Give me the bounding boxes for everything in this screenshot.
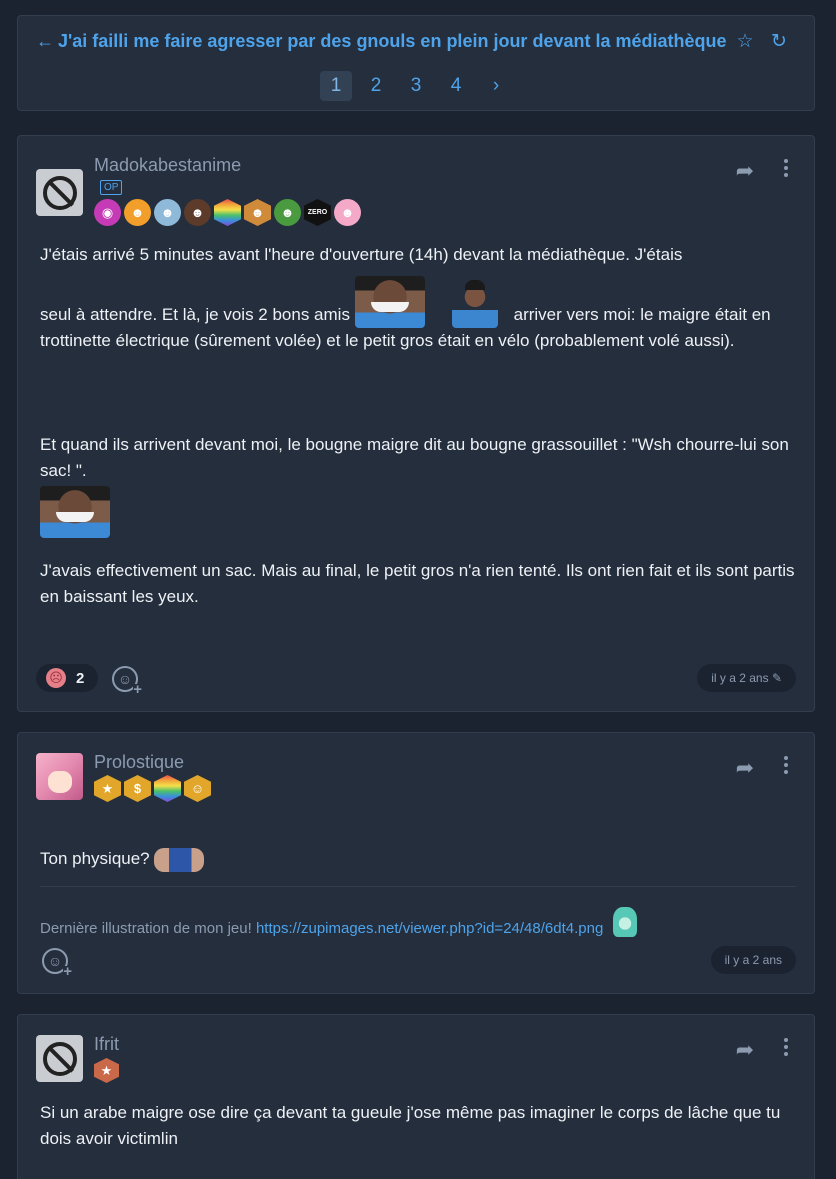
badge-icon[interactable]: ☻ — [124, 199, 151, 226]
topic-title[interactable]: J'ai failli me faire agresser par des gn… — [58, 31, 728, 52]
post-date[interactable]: il y a 2 ans ✎ — [697, 664, 796, 692]
post-sticker-line — [40, 486, 796, 538]
post: Prolostique ★ $ ☺ ➦ Ton physique? Derniè… — [17, 732, 815, 994]
share-icon[interactable]: ➦ — [736, 158, 754, 184]
post-body: J'étais arrivé 5 minutes avant l'heure d… — [40, 242, 796, 610]
refresh-icon[interactable]: ↻ — [762, 30, 796, 53]
post: Madokabestanime OP ◉ ☻ ☻ ☻ ☻ ☻ ZERO ☻ ➦ … — [17, 135, 815, 712]
badge-icon[interactable]: ☻ — [154, 199, 181, 226]
ban-icon — [42, 1041, 77, 1076]
smiley-badge-icon[interactable]: ☺ — [184, 775, 211, 802]
add-reaction-icon[interactable]: ☺ — [42, 948, 73, 978]
ban-icon — [42, 175, 77, 210]
post-paragraph: Et quand ils arrivent devant moi, le bou… — [40, 435, 789, 480]
post-date[interactable]: il y a 2 ans — [710, 946, 796, 974]
badge-icon[interactable]: ☻ — [274, 199, 301, 226]
dollar-badge-icon[interactable]: $ — [124, 775, 151, 802]
reaction-button[interactable]: ☹ 2 — [36, 664, 98, 692]
pagination: 1 2 3 4 › — [18, 71, 814, 101]
badge-icon[interactable]: ☻ — [334, 199, 361, 226]
post-paragraph: J'étais arrivé 5 minutes avant l'heure d… — [40, 245, 683, 264]
signature-link[interactable]: https://zupimages.net/viewer.php?id=24/4… — [256, 920, 603, 937]
avatar[interactable] — [36, 753, 83, 800]
post-text: seul à attendre. Et là, je vois 2 bons a… — [40, 305, 350, 324]
reaction-count: 2 — [76, 669, 85, 687]
zero-tout-badge-icon[interactable]: ZERO — [304, 199, 331, 226]
op-badge: OP — [100, 180, 123, 195]
user-badges: ★ — [94, 1058, 119, 1083]
post-footer: ☹ 2 ☺ il y a 2 ans ✎ — [36, 664, 796, 696]
rainbow-badge-icon[interactable] — [214, 199, 241, 226]
page-4-button[interactable]: 4 — [440, 71, 472, 101]
girl-sticker — [613, 907, 638, 937]
grin-sticker — [354, 276, 425, 328]
post-paragraph-line: seul à attendre. Et là, je vois 2 bons a… — [40, 276, 796, 354]
more-options-icon[interactable] — [780, 156, 792, 180]
anime-face-icon — [47, 770, 72, 793]
share-icon[interactable]: ➦ — [736, 755, 754, 781]
signature-text: Dernière illustration de mon jeu! — [40, 920, 252, 937]
badge-icon[interactable]: ☻ — [244, 199, 271, 226]
share-icon[interactable]: ➦ — [736, 1037, 754, 1063]
add-reaction-icon[interactable]: ☺ — [112, 666, 143, 696]
avatar[interactable] — [36, 169, 83, 216]
rainbow-badge-icon[interactable] — [154, 775, 181, 802]
hand-sticker — [154, 847, 205, 872]
post-body: Ton physique? — [40, 846, 796, 872]
arrow-left-icon[interactable]: ← — [36, 31, 58, 52]
reaction-emoji-icon: ☹ — [46, 668, 66, 688]
page-3-button[interactable]: 3 — [400, 71, 432, 101]
badge-icon[interactable]: ☻ — [184, 199, 211, 226]
topic-header: ← J'ai failli me faire agresser par des … — [17, 15, 815, 111]
post-footer: ☺ il y a 2 ans — [36, 946, 796, 978]
next-page-button[interactable]: › — [480, 71, 512, 101]
user-badges: ◉ ☻ ☻ ☻ ☻ ☻ ZERO ☻ — [94, 199, 361, 226]
post-body: Si un arabe maigre ose dire ça devant ta… — [40, 1103, 781, 1148]
signature-divider — [40, 886, 796, 887]
more-options-icon[interactable] — [780, 1035, 792, 1059]
topic-title-row: ← J'ai failli me faire agresser par des … — [36, 28, 796, 54]
post-author[interactable]: Ifrit — [94, 1034, 119, 1055]
more-options-icon[interactable] — [780, 753, 792, 777]
avatar[interactable] — [36, 1035, 83, 1082]
post-text: Ton physique? — [40, 849, 150, 868]
post-paragraph: J'avais effectivement un sac. Mais au fi… — [40, 561, 795, 606]
pencil-icon: ✎ — [771, 671, 782, 685]
star-icon[interactable]: ☆ — [728, 30, 762, 53]
post: Ifrit ★ ➦ Si un arabe maigre ose dire ça… — [17, 1014, 815, 1179]
badge-icon[interactable]: ◉ — [94, 199, 121, 226]
post-author[interactable]: Madokabestanime — [94, 155, 241, 176]
star-badge-icon[interactable]: ★ — [94, 775, 121, 802]
page-2-button[interactable]: 2 — [360, 71, 392, 101]
man-sticker — [452, 276, 499, 328]
signature: Dernière illustration de mon jeu! https:… — [40, 907, 796, 937]
post-date-text: il y a 2 ans — [711, 671, 769, 685]
user-badges: ★ $ ☺ — [94, 775, 211, 802]
star-badge-icon[interactable]: ★ — [94, 1058, 119, 1083]
post-author[interactable]: Prolostique — [94, 752, 184, 773]
grin-sticker — [40, 486, 110, 538]
page-1-button[interactable]: 1 — [320, 71, 352, 101]
